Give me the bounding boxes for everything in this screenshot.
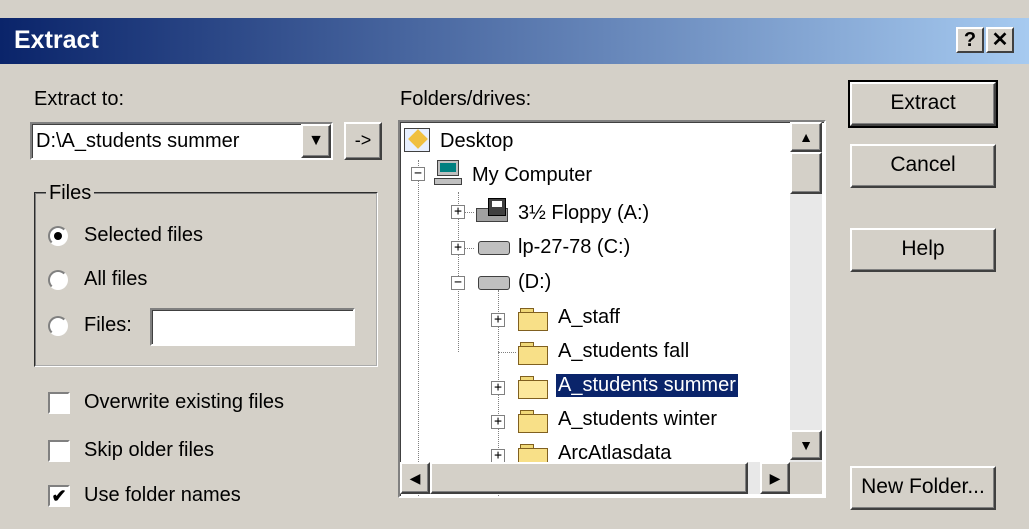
help-title-button[interactable]: ? [956, 27, 984, 53]
folder-icon [518, 410, 548, 433]
folder-icon [518, 342, 548, 365]
use-folder-names-checkbox[interactable]: ✔ [48, 485, 70, 507]
folder-tree[interactable]: Desktop − My Computer + 3½ Floppy (A:) +… [398, 120, 826, 498]
arrow-button[interactable]: -> [344, 122, 382, 160]
title-bar: Extract ? ✕ [0, 18, 1029, 64]
extract-dialog: Extract ? ✕ Extract to: D:\A_students su… [0, 0, 1029, 529]
dropdown-arrow-icon[interactable]: ▼ [301, 124, 331, 158]
tree-item-a-students-summer[interactable]: A_students summer [555, 373, 739, 398]
expand-icon[interactable]: + [451, 241, 465, 255]
scroll-thumb[interactable] [790, 152, 822, 194]
expand-icon[interactable]: + [491, 313, 505, 327]
radio-dot-icon [54, 232, 62, 240]
selected-files-radio[interactable] [48, 226, 68, 246]
folder-icon [518, 308, 548, 331]
tree-item-my-computer[interactable]: My Computer [472, 164, 592, 187]
files-radio[interactable] [48, 316, 68, 336]
folders-label: Folders/drives: [400, 88, 532, 110]
files-label[interactable]: Files: [84, 314, 132, 337]
vertical-scrollbar[interactable]: ▲ ▼ [790, 122, 822, 462]
tree-item-a-students-winter[interactable]: A_students winter [558, 408, 717, 431]
expand-icon[interactable]: + [491, 381, 505, 395]
selected-files-label[interactable]: Selected files [84, 224, 203, 247]
extract-to-combobox[interactable]: D:\A_students summer ▼ [30, 122, 333, 160]
tree-item-a-staff[interactable]: A_staff [558, 306, 620, 329]
tree-item-desktop[interactable]: Desktop [440, 130, 513, 153]
tree-item-d-drive[interactable]: (D:) [518, 271, 551, 294]
desktop-icon [404, 128, 430, 152]
horizontal-scroll-thumb[interactable] [430, 462, 748, 494]
scroll-corner [790, 462, 822, 494]
collapse-icon[interactable]: − [411, 167, 425, 181]
scroll-right-icon[interactable]: ▶ [760, 462, 790, 494]
tree-item-c-drive[interactable]: lp-27-78 (C:) [518, 236, 630, 259]
horizontal-scrollbar[interactable]: ◀ ▶ [400, 462, 790, 494]
scroll-left-icon[interactable]: ◀ [400, 462, 430, 494]
expand-icon[interactable]: + [491, 415, 505, 429]
skip-older-checkbox[interactable] [48, 440, 70, 462]
expand-icon[interactable]: + [451, 205, 465, 219]
all-files-radio[interactable] [48, 270, 68, 290]
cancel-button[interactable]: Cancel [850, 144, 996, 188]
files-group-label: Files [46, 182, 95, 205]
tree-item-floppy[interactable]: 3½ Floppy (A:) [518, 202, 649, 225]
tree-line [418, 160, 419, 496]
close-button[interactable]: ✕ [986, 27, 1014, 53]
all-files-label[interactable]: All files [84, 268, 147, 291]
tree-item-a-students-fall[interactable]: A_students fall [558, 340, 689, 363]
tree-line [498, 352, 516, 353]
hard-drive-icon [478, 276, 510, 290]
new-folder-button[interactable]: New Folder... [850, 466, 996, 510]
overwrite-checkbox[interactable] [48, 392, 70, 414]
scroll-down-icon[interactable]: ▼ [790, 430, 822, 460]
dialog-title: Extract [14, 26, 99, 54]
extract-to-value: D:\A_students summer [36, 130, 240, 152]
use-folder-names-label[interactable]: Use folder names [84, 484, 241, 507]
computer-icon [434, 160, 462, 186]
collapse-icon[interactable]: − [451, 276, 465, 290]
extract-to-label: Extract to: [34, 88, 125, 110]
extract-button[interactable]: Extract [848, 80, 998, 128]
files-input[interactable] [150, 308, 355, 346]
floppy-icon [476, 198, 510, 224]
help-button[interactable]: Help [850, 228, 996, 272]
open-folder-icon [518, 376, 548, 399]
expand-icon[interactable]: + [491, 449, 505, 463]
overwrite-label[interactable]: Overwrite existing files [84, 391, 284, 414]
hard-drive-icon [478, 241, 510, 255]
scroll-up-icon[interactable]: ▲ [790, 122, 822, 152]
skip-older-label[interactable]: Skip older files [84, 439, 214, 462]
